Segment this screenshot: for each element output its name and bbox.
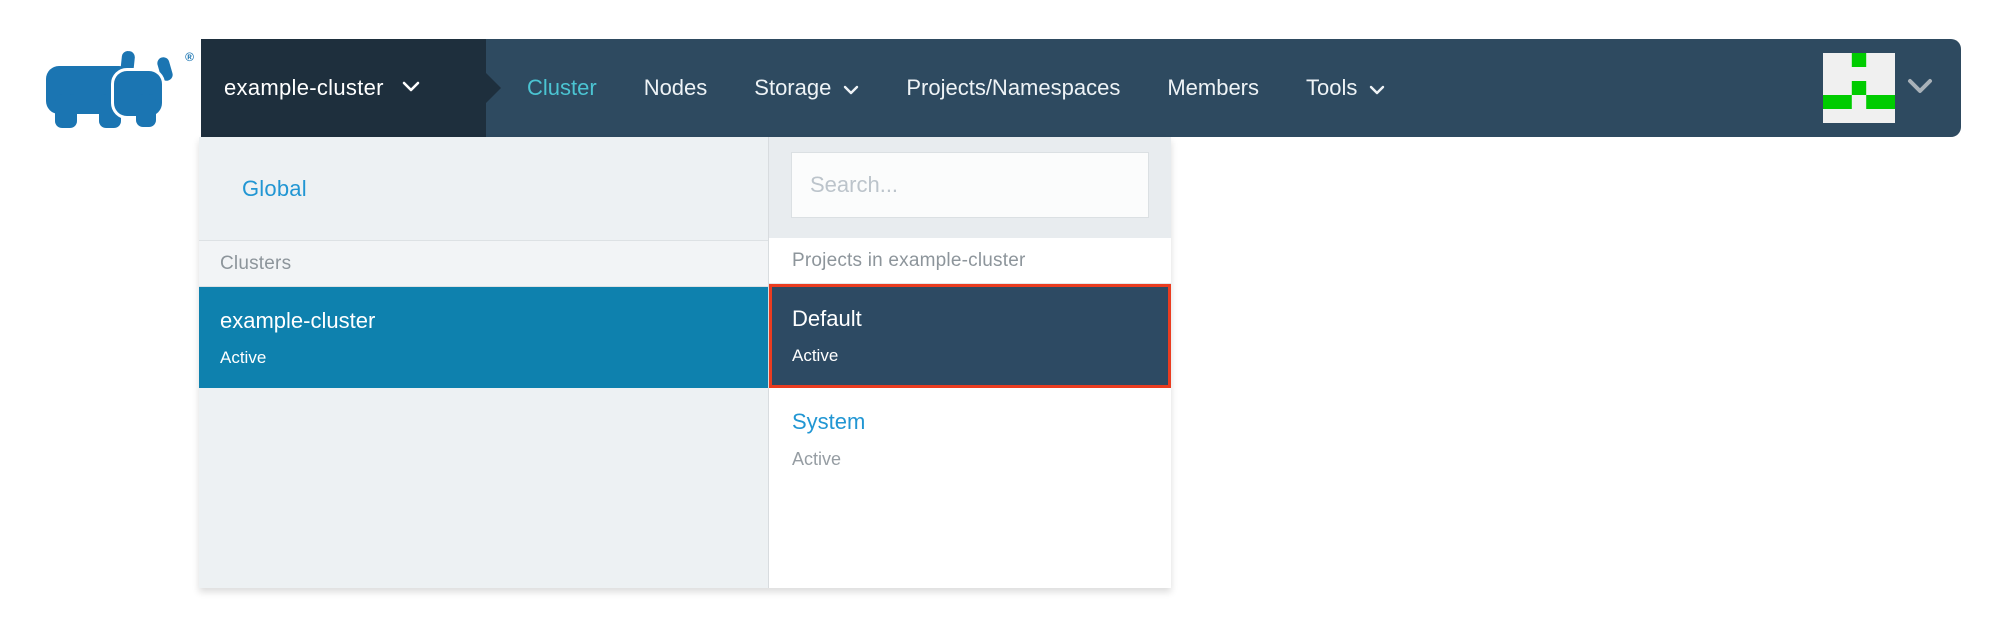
user-avatar-identicon xyxy=(1823,53,1895,123)
clusters-column: Global Clusters example-cluster Active xyxy=(199,137,769,588)
project-name: System xyxy=(792,409,1171,435)
clusters-column-empty-area xyxy=(199,388,768,588)
tab-cluster[interactable]: Cluster xyxy=(527,75,597,101)
projects-column: Projects in example-cluster Default Acti… xyxy=(769,137,1171,588)
tab-storage-label: Storage xyxy=(754,75,831,101)
project-status: Active xyxy=(792,346,1168,366)
tab-projects-namespaces-label: Projects/Namespaces xyxy=(906,75,1120,101)
cluster-selector-label: example-cluster xyxy=(224,75,384,101)
tab-nodes[interactable]: Nodes xyxy=(644,75,708,101)
cluster-switcher-menu: Global Clusters example-cluster Active P… xyxy=(199,137,1171,588)
projects-section-label: Projects in example-cluster xyxy=(769,238,1171,284)
user-menu[interactable] xyxy=(1823,53,1933,123)
rancher-bull-icon xyxy=(42,50,184,128)
chevron-down-icon xyxy=(1369,75,1385,101)
cluster-name: example-cluster xyxy=(220,308,768,334)
cluster-selector-arrow xyxy=(486,73,501,103)
projects-column-empty-area xyxy=(769,490,1171,588)
project-search-area xyxy=(769,137,1171,238)
tab-members-label: Members xyxy=(1167,75,1259,101)
project-row-default[interactable]: Default Active xyxy=(769,284,1171,388)
rancher-logo[interactable]: ® xyxy=(42,50,192,128)
tab-nodes-label: Nodes xyxy=(644,75,708,101)
chevron-down-icon xyxy=(843,75,859,101)
project-name: Default xyxy=(792,306,1168,332)
top-navbar: example-cluster Cluster Nodes Storage Pr… xyxy=(201,39,1961,137)
tab-members[interactable]: Members xyxy=(1167,75,1259,101)
nav-items: Cluster Nodes Storage Projects/Namespace… xyxy=(527,75,1385,101)
project-search-input[interactable] xyxy=(791,152,1149,218)
cluster-status: Active xyxy=(220,348,768,368)
global-row: Global xyxy=(199,137,768,241)
chevron-down-icon xyxy=(402,79,420,97)
cluster-row-example-cluster[interactable]: example-cluster Active xyxy=(199,287,768,388)
chevron-down-icon xyxy=(1907,78,1933,99)
tab-cluster-label: Cluster xyxy=(527,75,597,101)
tab-storage[interactable]: Storage xyxy=(754,75,859,101)
project-status: Active xyxy=(792,449,1171,470)
global-link[interactable]: Global xyxy=(242,176,307,202)
tab-tools[interactable]: Tools xyxy=(1306,75,1385,101)
cluster-selector-dropdown[interactable]: example-cluster xyxy=(201,39,486,137)
tab-projects-namespaces[interactable]: Projects/Namespaces xyxy=(906,75,1120,101)
clusters-section-label: Clusters xyxy=(199,241,768,287)
registered-trademark: ® xyxy=(185,50,194,64)
project-row-system[interactable]: System Active xyxy=(769,388,1171,490)
tab-tools-label: Tools xyxy=(1306,75,1357,101)
